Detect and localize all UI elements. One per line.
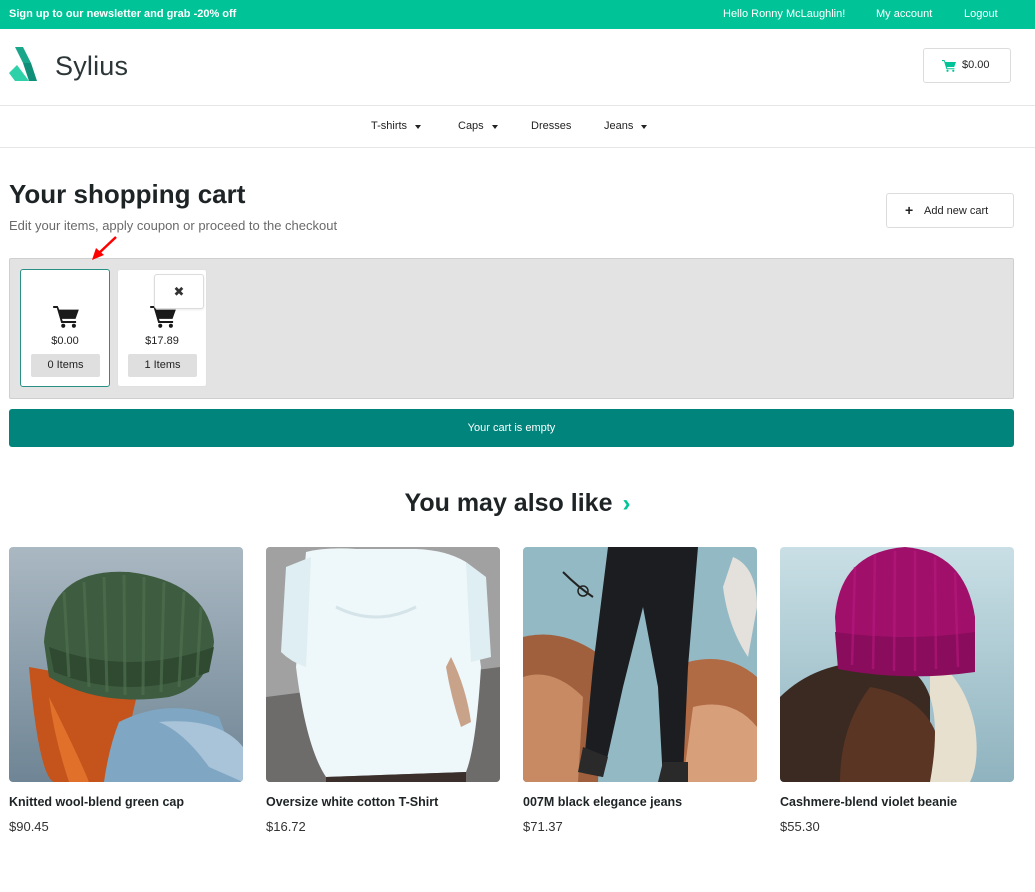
cart-card[interactable]: $17.89 1 Items ✖ [117,269,207,387]
shopping-cart-icon [53,306,79,328]
page-title: Your shopping cart [9,179,246,209]
carts-panel: $0.00 0 Items $17.89 1 Items ✖ [9,258,1014,399]
product-price: $90.45 [9,819,49,834]
caret-down-icon [641,124,648,129]
cart-items-count: 1 Items [128,354,197,377]
nav-item-label: Jeans [604,120,634,132]
top-bar: Sign up to our newsletter and grab -20% … [0,0,1035,29]
logout-link[interactable]: Logout [964,8,998,20]
plus-icon: + [905,202,914,218]
user-greeting: Hello Ronny McLaughlin! [723,8,846,20]
add-new-cart-label: Add new cart [924,205,989,217]
caret-down-icon [491,124,498,129]
product-price: $55.30 [780,819,820,834]
sylius-logo[interactable]: Sylius [9,47,139,83]
caret-down-icon [415,124,422,129]
page-subtitle: Edit your items, apply coupon or proceed… [9,218,338,233]
cart-empty-message: Your cart is empty [9,409,1014,447]
product-name[interactable]: 007M black elegance jeans [523,795,763,809]
header-cart-button[interactable]: $0.00 [923,48,1011,83]
product-name[interactable]: Cashmere-blend violet beanie [780,795,1020,809]
site-header: Sylius $0.00 [0,29,1035,106]
cart-card[interactable]: $0.00 0 Items [20,269,110,387]
nav-item-label: Caps [458,120,484,132]
product-price: $16.72 [266,819,306,834]
header-cart-total: $0.00 [962,59,990,71]
shopping-cart-icon [942,60,956,72]
newsletter-promo[interactable]: Sign up to our newsletter and grab -20% … [9,8,236,20]
my-account-link[interactable]: My account [876,8,932,20]
nav-item-caps[interactable]: Caps [458,120,498,132]
add-new-cart-button[interactable]: + Add new cart [886,193,1014,228]
sylius-logo-icon [9,47,37,81]
product-price: $71.37 [523,819,563,834]
cart-total: $17.89 [145,335,179,347]
shopping-cart-icon [150,306,176,328]
nav-item-tshirts[interactable]: T-shirts [371,120,422,132]
recommendations-title-text: You may also like [404,489,613,517]
nav-item-jeans[interactable]: Jeans [604,120,648,132]
product-image[interactable] [780,547,1014,782]
cart-total: $0.00 [51,335,79,347]
nav-item-label: T-shirts [371,120,408,132]
cart-items-count: 0 Items [31,354,100,377]
chevron-right-icon[interactable]: › [622,490,630,517]
product-image[interactable] [523,547,757,782]
logo-text: Sylius [55,51,129,81]
main-navigation: T-shirts Caps Dresses Jeans [0,106,1035,148]
product-name[interactable]: Knitted wool-blend green cap [9,795,249,809]
nav-item-label: Dresses [531,120,572,132]
annotation-arrow-icon [92,236,117,260]
remove-cart-button[interactable]: ✖ [154,274,204,309]
product-name[interactable]: Oversize white cotton T-Shirt [266,795,506,809]
product-image[interactable] [266,547,500,782]
nav-item-dresses[interactable]: Dresses [531,120,571,132]
recommendations-title: You may also like › [0,489,1035,518]
product-image[interactable] [9,547,243,782]
